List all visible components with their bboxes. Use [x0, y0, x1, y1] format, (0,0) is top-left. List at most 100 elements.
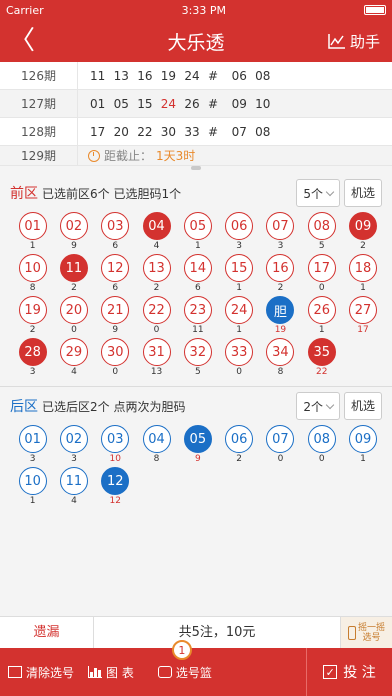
draw-number: 13: [113, 68, 129, 83]
front-ball[interactable]: 27: [349, 296, 378, 324]
front-ball[interactable]: 31: [142, 338, 171, 366]
front-ball[interactable]: 17: [307, 254, 336, 282]
front-ball[interactable]: 03: [101, 212, 130, 240]
front-zone-info: 已选前区6个 已选胆码1个: [42, 186, 182, 201]
front-ball[interactable]: 09: [349, 212, 378, 240]
omission-count: 2: [153, 283, 160, 293]
summary-bar: 遗漏 共5注，10元 摇一摇 选号: [0, 616, 392, 649]
drag-handle[interactable]: [0, 166, 392, 174]
omission-count: 2: [29, 325, 36, 335]
omission-count: 0: [71, 325, 77, 335]
back-ball[interactable]: 08: [307, 425, 336, 453]
front-ball[interactable]: 01: [18, 212, 47, 240]
front-ball[interactable]: 16: [266, 254, 295, 282]
back-ball[interactable]: 02: [59, 425, 88, 453]
front-ball[interactable]: 33: [225, 338, 254, 366]
front-ball[interactable]: 30: [101, 338, 130, 366]
front-ball-cell: 32 5: [177, 338, 218, 380]
draw-number: 08: [255, 124, 271, 139]
front-ball-cell: 34 8: [260, 338, 301, 380]
back-ball[interactable]: 03: [101, 425, 130, 453]
omission-count: 2: [236, 454, 242, 464]
omission-count: 1: [236, 283, 242, 293]
basket-button[interactable]: 选号篮 1: [134, 640, 212, 696]
back-ball-cell: 04 8: [136, 425, 177, 467]
front-ball[interactable]: 06: [225, 212, 254, 240]
draw-number: 24: [160, 96, 177, 111]
back-ball[interactable]: 09: [349, 425, 378, 453]
back-ball[interactable]: 01: [18, 425, 47, 453]
front-ball[interactable]: 23: [183, 296, 212, 324]
front-ball[interactable]: 14: [183, 254, 212, 282]
front-ball[interactable]: 24: [225, 296, 254, 324]
front-ball-cell: 19 2: [12, 296, 53, 338]
back-ball[interactable]: 06: [225, 425, 254, 453]
carrier-label: Carrier: [6, 3, 44, 17]
omission-count: 4: [71, 367, 77, 377]
front-ball[interactable]: 04: [142, 212, 171, 240]
front-ball[interactable]: 15: [225, 254, 254, 282]
front-ball[interactable]: 21: [101, 296, 130, 324]
omission-count: 1: [318, 325, 325, 335]
front-ball[interactable]: 08: [307, 212, 336, 240]
back-ball[interactable]: 05: [183, 425, 212, 453]
back-ball[interactable]: 04: [142, 425, 171, 453]
helper-button[interactable]: 助手: [328, 31, 392, 52]
back-ball-cell: 12 12: [95, 467, 136, 509]
countdown-label: 距截止：: [104, 149, 153, 163]
chevron-down-icon: [325, 400, 335, 409]
omission-count: 3: [71, 454, 77, 464]
omission-count: 0: [277, 454, 284, 464]
front-ball[interactable]: 18: [349, 254, 378, 282]
back-ball[interactable]: 12: [101, 467, 130, 495]
clear-selection-button[interactable]: 清除选号: [0, 648, 74, 696]
front-ball[interactable]: 02: [59, 212, 88, 240]
front-ball[interactable]: 07: [266, 212, 295, 240]
front-random-button[interactable]: 机选: [343, 179, 382, 207]
history-row: 126期 11 13 16 19 24 #06 08: [0, 62, 392, 90]
front-ball[interactable]: 29: [59, 338, 88, 366]
front-ball[interactable]: 34: [266, 338, 295, 366]
front-ball[interactable]: 13: [142, 254, 171, 282]
back-random-button[interactable]: 机选: [343, 392, 382, 420]
back-ball-cell: 11 4: [53, 467, 94, 509]
chart-button[interactable]: 图 表: [74, 648, 134, 696]
back-ball-cell: 03 10: [95, 425, 136, 467]
back-ball[interactable]: 07: [266, 425, 295, 453]
front-ball[interactable]: 12: [101, 254, 130, 282]
front-ball[interactable]: 22: [142, 296, 171, 324]
front-ball-cell: 24 1: [218, 296, 259, 338]
front-ball-cell: 15 1: [218, 254, 259, 296]
issue-number: 127期: [0, 90, 78, 117]
front-ball[interactable]: 32: [183, 338, 212, 366]
back-count-select[interactable]: 2个: [296, 392, 340, 420]
omission-count: 4: [71, 496, 77, 506]
front-ball[interactable]: 28: [18, 338, 47, 366]
omission-button[interactable]: 遗漏: [0, 617, 94, 648]
submit-bet-button[interactable]: ✓ 投 注: [306, 648, 392, 696]
draw-number: 05: [113, 96, 129, 111]
omission-count: 8: [277, 367, 284, 377]
omission-count: 10: [109, 454, 121, 464]
back-ball[interactable]: 10: [18, 467, 47, 495]
front-ball[interactable]: 11: [59, 254, 88, 282]
back-button[interactable]: 〈: [0, 20, 44, 62]
front-ball-cell: 10 8: [12, 254, 53, 296]
front-count-select[interactable]: 5个: [296, 179, 340, 207]
front-ball[interactable]: 19: [18, 296, 47, 324]
shake-button[interactable]: 摇一摇 选号: [340, 617, 392, 649]
front-ball[interactable]: 20: [59, 296, 88, 324]
front-ball[interactable]: 35: [307, 338, 336, 366]
omission-count: 1: [194, 241, 201, 251]
front-ball[interactable]: 26: [307, 296, 336, 324]
omission-count: 1: [360, 454, 366, 464]
front-ball[interactable]: 10: [18, 254, 47, 282]
front-ball[interactable]: 胆: [266, 296, 295, 324]
front-ball-cell: 18 1: [342, 254, 383, 296]
omission-count: 3: [277, 241, 284, 251]
back-ball[interactable]: 11: [59, 467, 88, 495]
helper-label: 助手: [349, 32, 380, 51]
bottom-tabbar: 清除选号 图 表 选号篮 1 ✓ 投 注: [0, 640, 392, 696]
front-ball-cell: 14 6: [177, 254, 218, 296]
front-ball[interactable]: 05: [183, 212, 212, 240]
